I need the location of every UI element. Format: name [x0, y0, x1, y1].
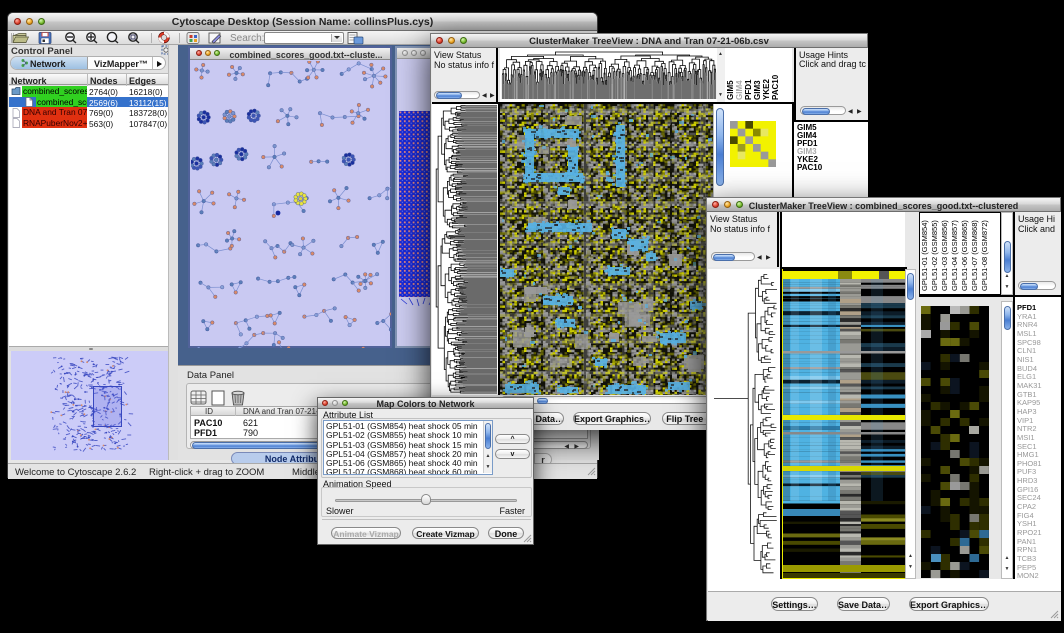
svg-text:PAC10: PAC10 — [771, 74, 780, 100]
svg-text:GPL51-06 (GSM865): GPL51-06 (GSM865) — [960, 220, 969, 291]
svg-text:GIM4: GIM4 — [735, 80, 744, 100]
svg-text:GPL51-01 (GSM854): GPL51-01 (GSM854) — [920, 220, 929, 291]
svg-text:GPL51-04 (GSM857): GPL51-04 (GSM857) — [950, 220, 959, 291]
svg-text:PFD1: PFD1 — [744, 79, 753, 100]
svg-text:GIM3: GIM3 — [753, 80, 762, 100]
svg-text:GPL51-08 (GSM872): GPL51-08 (GSM872) — [980, 220, 989, 291]
svg-text:GPL51-02 (GSM855): GPL51-02 (GSM855) — [930, 220, 939, 291]
svg-text:GPL51-07 (GSM868): GPL51-07 (GSM868) — [970, 220, 979, 291]
svg-text:YKE2: YKE2 — [762, 79, 771, 100]
svg-text:GPL51-03 (GSM856): GPL51-03 (GSM856) — [940, 220, 949, 291]
svg-text:GIM5: GIM5 — [726, 80, 735, 100]
